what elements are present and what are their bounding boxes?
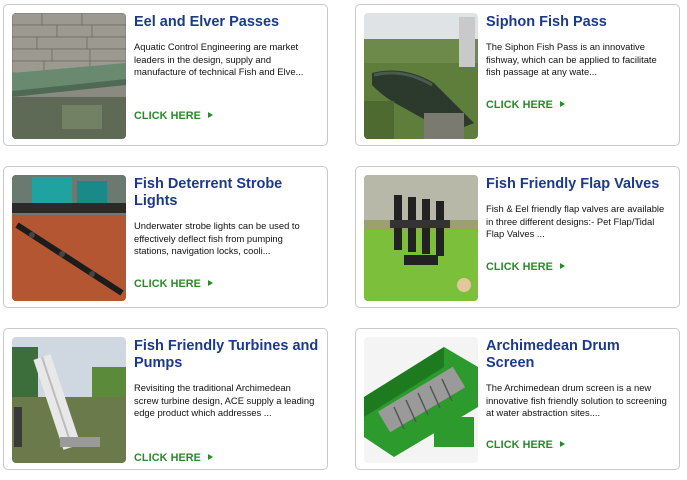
product-card-turbines-pumps: Fish Friendly Turbines and Pumps Revisit…	[3, 328, 328, 470]
product-image-turbines[interactable]	[12, 337, 126, 463]
click-here-label: CLICK HERE	[134, 452, 201, 464]
product-title[interactable]: Fish Friendly Flap Valves	[486, 176, 671, 193]
click-here-label: CLICK HERE	[486, 99, 553, 111]
arrow-right-icon	[207, 112, 213, 118]
click-here-link[interactable]: CLICK HERE	[486, 439, 565, 451]
product-description: The Siphon Fish Pass is an innovative fi…	[486, 41, 657, 77]
product-card-drum-screen: Archimedean Drum Screen The Archimedean …	[355, 328, 680, 470]
product-card-flap-valves: Fish Friendly Flap Valves Fish & Eel fri…	[355, 166, 680, 308]
arrow-right-icon	[207, 280, 213, 286]
product-title[interactable]: Fish Deterrent Strobe Lights	[134, 176, 319, 210]
product-image-siphon-pass[interactable]	[364, 13, 478, 139]
arrow-right-icon	[559, 441, 565, 447]
click-here-label: CLICK HERE	[134, 110, 201, 122]
arrow-right-icon	[559, 101, 565, 107]
drum-screen-render	[364, 337, 478, 463]
product-card-eel-elver-passes: Eel and Elver Passes Aquatic Control Eng…	[3, 4, 328, 146]
strobe-lights-photo	[12, 175, 126, 301]
eel-pass-photo	[12, 13, 126, 139]
arrow-right-icon	[559, 263, 565, 269]
product-title[interactable]: Archimedean Drum Screen	[486, 338, 671, 372]
arrow-right-icon	[207, 454, 213, 460]
click-here-label: CLICK HERE	[134, 278, 201, 290]
click-here-link[interactable]: CLICK HERE	[134, 452, 213, 464]
product-image-drum-screen[interactable]	[364, 337, 478, 463]
product-image-flap-valves[interactable]	[364, 175, 478, 301]
product-image-eel-pass[interactable]	[12, 13, 126, 139]
product-description: Fish & Eel friendly flap valves are avai…	[486, 203, 665, 239]
flap-valves-photo	[364, 175, 478, 301]
turbines-photo	[12, 337, 126, 463]
click-here-link[interactable]: CLICK HERE	[486, 99, 565, 111]
click-here-link[interactable]: CLICK HERE	[134, 110, 213, 122]
product-description: Aquatic Control Engineering are market l…	[134, 41, 304, 77]
product-image-strobe-lights[interactable]	[12, 175, 126, 301]
product-title[interactable]: Eel and Elver Passes	[134, 14, 319, 31]
product-card-siphon-fish-pass: Siphon Fish Pass The Siphon Fish Pass is…	[355, 4, 680, 146]
siphon-pass-photo	[364, 13, 478, 139]
click-here-link[interactable]: CLICK HERE	[134, 278, 213, 290]
product-description: Revisiting the traditional Archimedean s…	[134, 382, 315, 418]
click-here-label: CLICK HERE	[486, 261, 553, 273]
product-title[interactable]: Fish Friendly Turbines and Pumps	[134, 338, 319, 372]
product-description: Underwater strobe lights can be used to …	[134, 220, 300, 256]
product-card-strobe-lights: Fish Deterrent Strobe Lights Underwater …	[3, 166, 328, 308]
click-here-link[interactable]: CLICK HERE	[486, 261, 565, 273]
click-here-label: CLICK HERE	[486, 439, 553, 451]
product-description: The Archimedean drum screen is a new inn…	[486, 382, 667, 418]
product-title[interactable]: Siphon Fish Pass	[486, 14, 671, 31]
